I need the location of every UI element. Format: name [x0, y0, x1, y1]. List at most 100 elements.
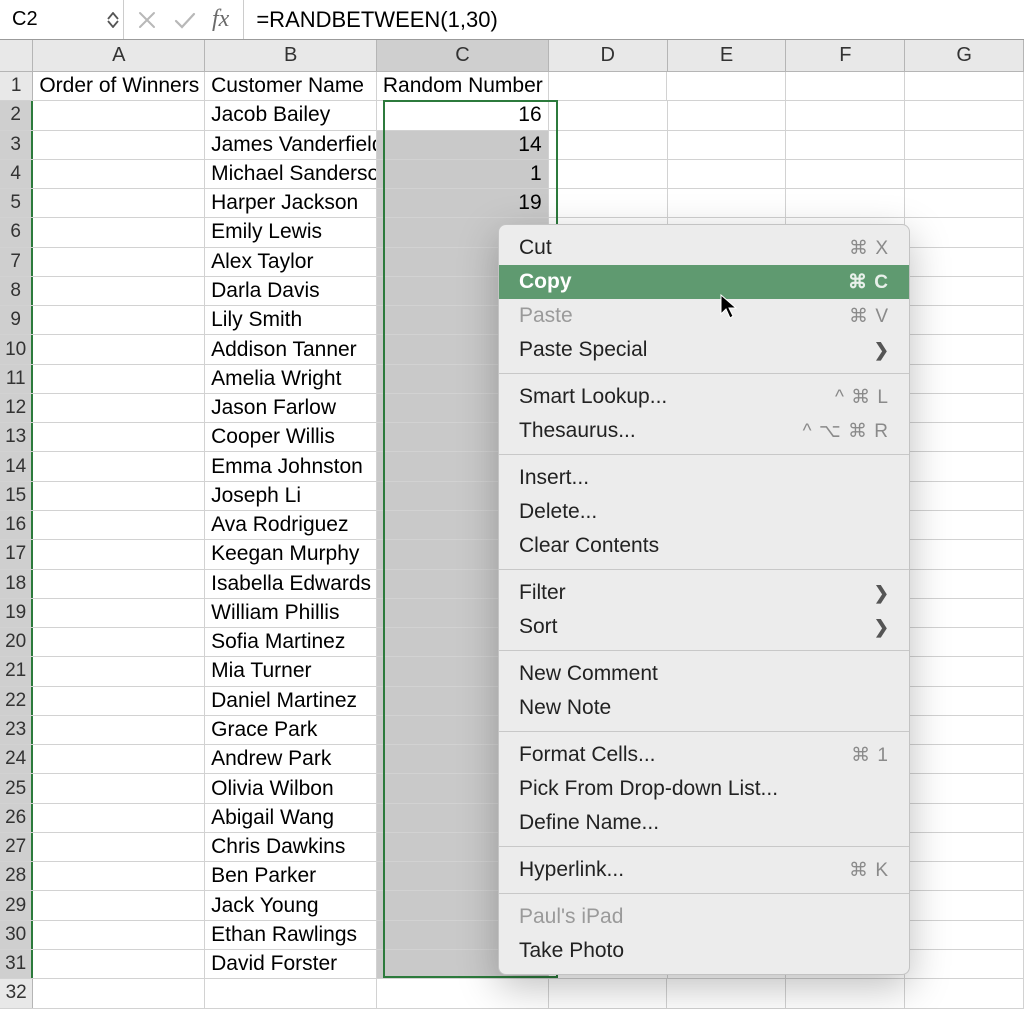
cell-G20[interactable] — [905, 628, 1024, 656]
cell-B19[interactable]: William Phillis — [205, 599, 377, 627]
cell-B5[interactable]: Harper Jackson — [205, 189, 377, 217]
cell-A10[interactable] — [33, 335, 205, 363]
enter-icon[interactable] — [174, 11, 196, 29]
cell-B16[interactable]: Ava Rodriguez — [205, 511, 377, 539]
cell-G14[interactable] — [905, 452, 1024, 480]
cell-B2[interactable]: Jacob Bailey — [205, 101, 377, 129]
cell-F1[interactable] — [786, 72, 905, 100]
column-header-F[interactable]: F — [786, 40, 905, 71]
cell-A6[interactable] — [33, 218, 205, 246]
cell-A30[interactable] — [33, 921, 205, 949]
cell-A23[interactable] — [33, 716, 205, 744]
formula-input[interactable]: =RANDBETWEEN(1,30) — [244, 7, 1024, 33]
cell-B8[interactable]: Darla Davis — [205, 277, 377, 305]
cell-G9[interactable] — [905, 306, 1024, 334]
cell-B29[interactable]: Jack Young — [205, 891, 377, 919]
cell-B21[interactable]: Mia Turner — [205, 657, 377, 685]
row-header[interactable]: 11 — [0, 365, 33, 393]
menu-item-clear-contents[interactable]: Clear Contents — [499, 529, 909, 563]
cell-G10[interactable] — [905, 335, 1024, 363]
cell-A20[interactable] — [33, 628, 205, 656]
row-header[interactable]: 7 — [0, 248, 33, 276]
cell-G21[interactable] — [905, 657, 1024, 685]
menu-item-smart-lookup[interactable]: Smart Lookup...^ ⌘ L — [499, 380, 909, 414]
cell-C3[interactable]: 14 — [377, 131, 549, 159]
row-header[interactable]: 3 — [0, 131, 33, 159]
row-header[interactable]: 31 — [0, 950, 33, 978]
column-header-C[interactable]: C — [377, 40, 549, 71]
cell-A2[interactable] — [33, 101, 205, 129]
name-box[interactable]: C2 — [0, 0, 124, 39]
menu-item-take-photo[interactable]: Take Photo — [499, 934, 909, 968]
cell-G28[interactable] — [905, 862, 1024, 890]
cell-C2[interactable]: 16 — [377, 101, 549, 129]
cell-B20[interactable]: Sofia Martinez — [205, 628, 377, 656]
cell-F32[interactable] — [786, 979, 905, 1007]
cell-B18[interactable]: Isabella Edwards — [205, 570, 377, 598]
menu-item-sort[interactable]: Sort❯ — [499, 610, 909, 644]
row-header[interactable]: 27 — [0, 833, 33, 861]
row-header[interactable]: 29 — [0, 891, 33, 919]
cell-C32[interactable] — [377, 979, 549, 1007]
cell-G30[interactable] — [905, 921, 1024, 949]
cell-B10[interactable]: Addison Tanner — [205, 335, 377, 363]
cell-A11[interactable] — [33, 365, 205, 393]
row-header[interactable]: 6 — [0, 218, 33, 246]
menu-item-filter[interactable]: Filter❯ — [499, 576, 909, 610]
cell-D2[interactable] — [549, 101, 668, 129]
row-header[interactable]: 24 — [0, 745, 33, 773]
cell-G7[interactable] — [905, 248, 1024, 276]
cell-B32[interactable] — [205, 979, 377, 1007]
menu-item-new-note[interactable]: New Note — [499, 691, 909, 725]
cell-G15[interactable] — [905, 482, 1024, 510]
name-box-stepper-icon[interactable] — [107, 12, 119, 28]
cell-A27[interactable] — [33, 833, 205, 861]
row-header[interactable]: 25 — [0, 774, 33, 802]
row-header[interactable]: 4 — [0, 160, 33, 188]
cell-E4[interactable] — [668, 160, 787, 188]
cell-E2[interactable] — [668, 101, 787, 129]
cell-A17[interactable] — [33, 540, 205, 568]
cell-A14[interactable] — [33, 452, 205, 480]
cell-A19[interactable] — [33, 599, 205, 627]
cell-B23[interactable]: Grace Park — [205, 716, 377, 744]
row-header[interactable]: 20 — [0, 628, 33, 656]
cell-C4[interactable]: 1 — [377, 160, 549, 188]
cell-G4[interactable] — [905, 160, 1024, 188]
menu-item-delete[interactable]: Delete... — [499, 495, 909, 529]
cancel-icon[interactable] — [138, 11, 156, 29]
row-header[interactable]: 21 — [0, 657, 33, 685]
menu-item-hyperlink[interactable]: Hyperlink...⌘ K — [499, 853, 909, 887]
cell-G18[interactable] — [905, 570, 1024, 598]
cell-A32[interactable] — [33, 979, 205, 1007]
row-header[interactable]: 13 — [0, 423, 33, 451]
cell-A26[interactable] — [33, 804, 205, 832]
cell-B30[interactable]: Ethan Rawlings — [205, 921, 377, 949]
cell-A3[interactable] — [33, 131, 205, 159]
cell-B12[interactable]: Jason Farlow — [205, 394, 377, 422]
cell-G29[interactable] — [905, 891, 1024, 919]
cell-E1[interactable] — [667, 72, 786, 100]
menu-item-insert[interactable]: Insert... — [499, 461, 909, 495]
row-header[interactable]: 8 — [0, 277, 33, 305]
cell-G8[interactable] — [905, 277, 1024, 305]
row-header[interactable]: 23 — [0, 716, 33, 744]
cell-B25[interactable]: Olivia Wilbon — [205, 774, 377, 802]
cell-G5[interactable] — [905, 189, 1024, 217]
menu-item-thesaurus[interactable]: Thesaurus...^ ⌥ ⌘ R — [499, 414, 909, 448]
cell-B15[interactable]: Joseph Li — [205, 482, 377, 510]
row-header[interactable]: 22 — [0, 687, 33, 715]
cell-A13[interactable] — [33, 423, 205, 451]
cell-G25[interactable] — [905, 774, 1024, 802]
column-header-G[interactable]: G — [905, 40, 1024, 71]
row-header[interactable]: 16 — [0, 511, 33, 539]
cell-D3[interactable] — [549, 131, 668, 159]
cell-B27[interactable]: Chris Dawkins — [205, 833, 377, 861]
cell-B26[interactable]: Abigail Wang — [205, 804, 377, 832]
row-header[interactable]: 2 — [0, 101, 33, 129]
cell-G2[interactable] — [905, 101, 1024, 129]
cell-A28[interactable] — [33, 862, 205, 890]
column-header-A[interactable]: A — [33, 40, 205, 71]
cell-A5[interactable] — [33, 189, 205, 217]
cell-A21[interactable] — [33, 657, 205, 685]
